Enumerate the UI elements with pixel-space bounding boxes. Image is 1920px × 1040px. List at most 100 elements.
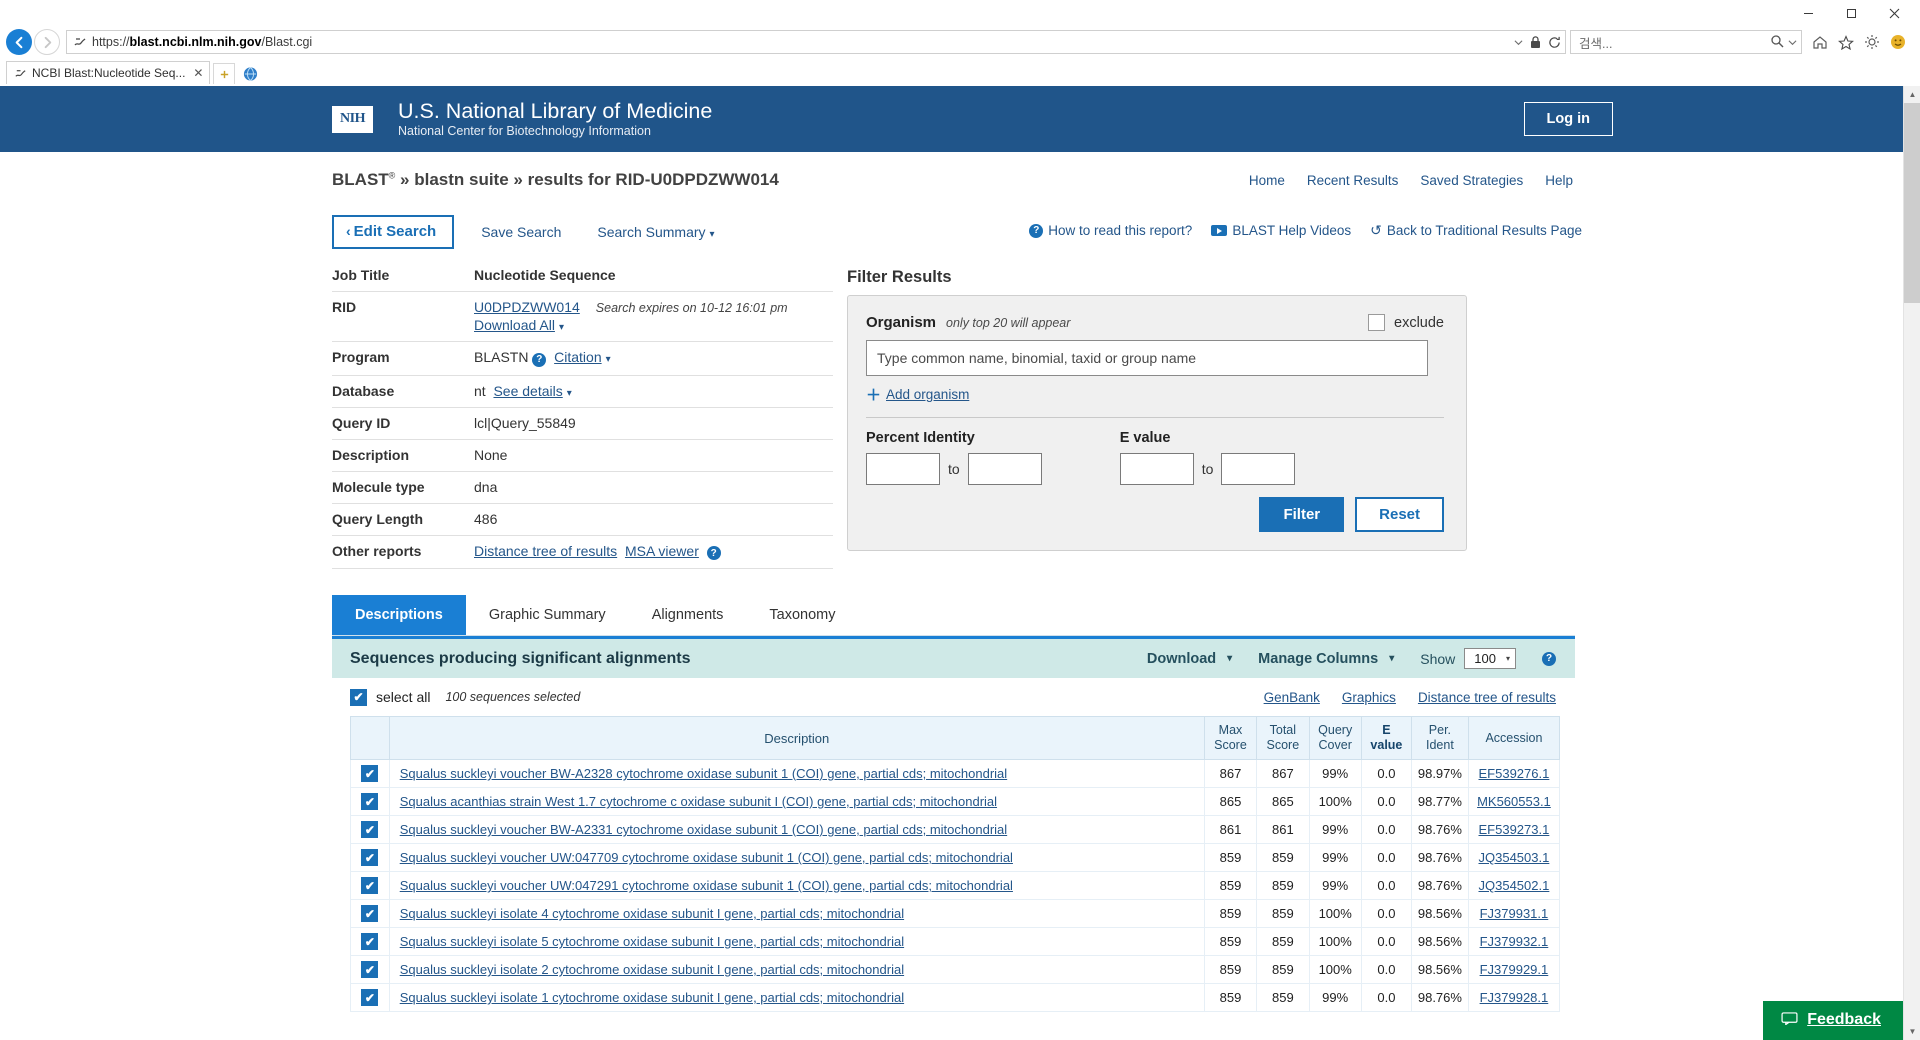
th-per-ident[interactable]: Per. Ident [1410,716,1469,760]
minimize-button[interactable] [1787,1,1830,25]
row-accession-link[interactable]: FJ379932.1 [1480,934,1549,949]
row-accession-link[interactable]: FJ379928.1 [1480,990,1549,1005]
browser-search-box[interactable]: 검색... [1570,30,1802,54]
tab-close-icon[interactable]: ✕ [193,66,203,80]
refresh-icon[interactable] [1548,36,1561,49]
exclude-checkbox[interactable] [1368,314,1386,331]
th-max-score[interactable]: Max Score [1203,716,1258,760]
row-accession-link[interactable]: EF539276.1 [1479,766,1550,781]
address-dropdown-icon[interactable] [1514,38,1523,47]
back-arrow-icon[interactable] [6,29,32,55]
how-to-read-report-link[interactable]: ? How to read this report? [1029,223,1192,238]
question-mark-icon[interactable]: ? [532,352,547,367]
row-checkbox[interactable]: ✔ [361,765,379,782]
row-checkbox[interactable]: ✔ [361,905,379,922]
manage-columns-menu[interactable]: Manage Columns ▾ [1258,651,1394,667]
graphics-link[interactable]: Graphics [1342,690,1396,705]
edit-search-button[interactable]: ‹ Edit Search [332,215,455,249]
evalue-to-input[interactable] [1221,453,1296,485]
tab-alignments[interactable]: Alignments [628,595,747,635]
add-organism-row[interactable]: ＋ Add organism [866,384,1444,405]
question-mark-icon[interactable]: ? [706,546,721,560]
row-accession-link[interactable]: JQ354502.1 [1479,878,1550,893]
row-description-link[interactable]: Squalus suckleyi voucher BW-A2331 cytoch… [400,822,1007,837]
maximize-button[interactable] [1830,1,1873,25]
row-checkbox[interactable]: ✔ [361,821,379,838]
evalue-from-input[interactable] [1119,453,1194,485]
percent-identity-from-input[interactable] [866,453,940,485]
add-organism-link[interactable]: Add organism [886,387,969,402]
row-description-link[interactable]: Squalus suckleyi isolate 5 cytochrome ox… [400,934,904,949]
home-icon[interactable] [1812,35,1828,50]
row-checkbox[interactable]: ✔ [361,989,379,1006]
percent-identity-to-input[interactable] [967,453,1042,485]
row-checkbox[interactable]: ✔ [361,849,379,866]
save-search-link[interactable]: Save Search [481,224,561,240]
nav-recent-results[interactable]: Recent Results [1307,173,1399,188]
close-button[interactable] [1873,1,1916,25]
row-checkbox[interactable]: ✔ [361,877,379,894]
question-mark-icon[interactable]: ? [1542,651,1556,666]
rid-link[interactable]: U0DPDZWW014 [474,299,580,315]
distance-tree-results-link[interactable]: Distance tree of results [1418,690,1556,705]
row-description-link[interactable]: Squalus suckleyi isolate 4 cytochrome ox… [400,906,904,921]
gear-icon[interactable] [1864,34,1880,50]
reset-button[interactable]: Reset [1355,497,1444,532]
new-tab-button[interactable] [213,63,236,84]
see-details-link[interactable]: See details [493,383,562,399]
scroll-down-arrow-icon[interactable]: ▼ [1904,1023,1920,1040]
row-description-link[interactable]: Squalus acanthias strain West 1.7 cytoch… [400,794,997,809]
compatibility-view-icon[interactable] [239,63,261,84]
citation-link[interactable]: Citation [554,349,601,365]
msa-viewer-link[interactable]: MSA viewer [625,543,699,559]
th-e-value[interactable]: Evalue [1360,716,1412,760]
row-accession-link[interactable]: JQ354503.1 [1479,850,1550,865]
blast-help-videos-link[interactable]: BLAST Help Videos [1211,223,1351,238]
download-all-link[interactable]: Download All [474,317,555,333]
smiley-icon[interactable] [1890,34,1906,50]
distance-tree-link[interactable]: Distance tree of results [474,543,617,559]
forward-arrow-icon[interactable] [34,29,60,55]
th-total-score[interactable]: Total Score [1256,716,1310,760]
search-icon[interactable] [1770,34,1784,51]
row-accession-link[interactable]: EF539273.1 [1479,822,1550,837]
download-menu[interactable]: Download ▾ [1147,651,1232,667]
address-bar[interactable]: https://blast.ncbi.nlm.nih.gov/Blast.cgi [66,30,1566,54]
organism-input[interactable]: Type common name, binomial, taxid or gro… [866,340,1428,376]
nav-home[interactable]: Home [1249,173,1285,188]
row-checkbox[interactable]: ✔ [361,933,379,950]
select-all-checkbox[interactable]: ✔ [350,688,367,706]
row-description-link[interactable]: Squalus suckleyi voucher UW:047291 cytoc… [400,878,1013,893]
th-query-cover[interactable]: Query Cover [1308,716,1362,760]
tab-graphic-summary[interactable]: Graphic Summary [465,595,629,635]
nav-saved-strategies[interactable]: Saved Strategies [1420,173,1523,188]
filter-button[interactable]: Filter [1259,497,1345,532]
show-count-select[interactable]: 100 ▾ [1464,648,1516,669]
back-to-traditional-results-link[interactable]: ↺ Back to Traditional Results Page [1370,222,1582,239]
page-scrollbar-vertical[interactable]: ▲ ▼ [1903,86,1920,1040]
feedback-button[interactable]: Feedback [1763,1001,1903,1040]
nav-help[interactable]: Help [1545,173,1573,188]
search-dropdown-icon[interactable] [1788,34,1797,50]
row-description-link[interactable]: Squalus suckleyi isolate 1 cytochrome ox… [400,990,904,1005]
nih-logo-icon[interactable]: NIH ⟩ [332,105,384,133]
tab-descriptions[interactable]: Descriptions [332,595,466,635]
row-accession-link[interactable]: FJ379929.1 [1480,962,1549,977]
row-accession-link[interactable]: FJ379931.1 [1480,906,1549,921]
row-description-link[interactable]: Squalus suckleyi voucher UW:047709 cytoc… [400,850,1013,865]
row-checkbox[interactable]: ✔ [361,793,379,810]
th-accession[interactable]: Accession [1467,716,1561,760]
tab-taxonomy[interactable]: Taxonomy [746,595,859,635]
scroll-up-arrow-icon[interactable]: ▲ [1904,86,1920,103]
search-summary-link[interactable]: Search Summary ▾ [597,224,714,240]
lock-icon[interactable] [1530,35,1541,49]
genbank-link[interactable]: GenBank [1264,690,1320,705]
row-description-link[interactable]: Squalus suckleyi voucher BW-A2328 cytoch… [400,766,1007,781]
row-accession-link[interactable]: MK560553.1 [1477,794,1551,809]
row-checkbox[interactable]: ✔ [361,961,379,978]
row-description-link[interactable]: Squalus suckleyi isolate 2 cytochrome ox… [400,962,904,977]
star-icon[interactable] [1838,34,1854,50]
th-description[interactable]: Description [388,716,1205,760]
browser-tab-active[interactable]: NCBI Blast:Nucleotide Seq... ✕ [6,61,211,84]
scrollbar-thumb[interactable] [1904,103,1920,303]
